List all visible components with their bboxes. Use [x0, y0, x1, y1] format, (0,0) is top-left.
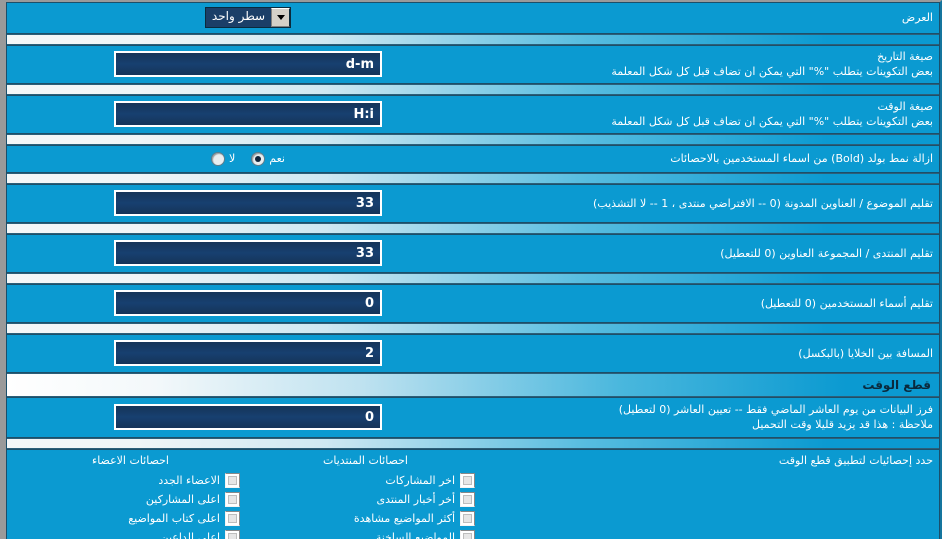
remove-bold-option-no[interactable]: لا — [211, 151, 236, 166]
checkbox-label: المواضيع الساخنة — [375, 531, 455, 539]
field-time-cut: فرز البيانات من يوم العاشر الماضي فقط --… — [7, 397, 939, 438]
separator — [7, 34, 939, 45]
checkbox-row[interactable]: اعلى كتاب المواضيع — [19, 509, 242, 528]
field-date-format-desc: بعض التكوينات يتطلب "%" التي يمكن ان تضا… — [611, 65, 933, 78]
trim-thread-titles-input[interactable] — [114, 190, 382, 216]
checkbox-icon[interactable] — [460, 511, 475, 526]
remove-bold-option-no-label: لا — [229, 152, 236, 165]
checkbox-row[interactable]: المواضيع الساخنة — [254, 528, 477, 539]
field-cell-spacing-label: المسافة بين الخلايا (بالبكسل) — [483, 346, 933, 361]
field-trim-thread-titles-title: تقليم الموضوع / العناوين المدونة (0 -- ا… — [593, 196, 933, 210]
field-trim-thread-titles-control — [13, 190, 483, 216]
trim-usernames-input[interactable] — [114, 290, 382, 316]
display-mode-select-value: سطر واحد — [205, 8, 272, 27]
checkbox-label: أكثر المواضيع مشاهدة — [353, 512, 455, 525]
field-trim-thread-titles-label: تقليم الموضوع / العناوين المدونة (0 -- ا… — [483, 196, 933, 211]
field-date-format-label: صيغة التاريخ بعض التكوينات يتطلب "%" الت… — [483, 49, 933, 79]
radio-no-icon[interactable] — [211, 151, 226, 166]
settings-page: العرض سطر واحد صيغة التاريخ بعض التكوينا… — [0, 0, 942, 539]
field-time-format-label: صيغة الوقت بعض التكوينات يتطلب "%" التي … — [483, 99, 933, 129]
checkbox-label: أخر أخبار المنتدى — [376, 493, 455, 506]
trim-forum-titles-input[interactable] — [114, 240, 382, 266]
field-cell-spacing-title: المسافة بين الخلايا (بالبكسل) — [798, 346, 933, 360]
field-trim-usernames-control — [13, 290, 483, 316]
separator — [7, 273, 939, 284]
checkbox-row[interactable]: أخر أخبار المنتدى — [254, 490, 477, 509]
field-display-label: العرض — [483, 10, 933, 25]
checkbox-icon[interactable] — [225, 530, 240, 539]
time-cut-stats-label: حدد إحصائيات لتطبيق قطع الوقت — [778, 454, 933, 467]
stats-columns: احصائات المنتديات اخر المشاركات أخر أخبا… — [13, 453, 483, 539]
checkbox-row[interactable]: اعلى المشاركين — [19, 490, 242, 509]
field-display-control: سطر واحد — [13, 7, 483, 28]
radio-yes-icon[interactable] — [251, 151, 266, 166]
checkbox-label: اعلى المشاركين — [145, 493, 220, 506]
checkbox-row[interactable]: أكثر المواضيع مشاهدة — [254, 509, 477, 528]
field-date-format-control — [13, 51, 483, 77]
cell-spacing-input[interactable] — [114, 340, 382, 366]
separator — [7, 173, 939, 184]
separator — [7, 223, 939, 234]
field-trim-usernames-label: تقليم أسماء المستخدمين (0 للتعطيل) — [483, 296, 933, 311]
checkbox-row[interactable]: اخر المشاركات — [254, 471, 477, 490]
field-date-format-title: صيغة التاريخ — [877, 50, 933, 63]
field-trim-forum-titles: تقليم المنتدى / المجموعة العناوين (0 للت… — [7, 234, 939, 273]
field-time-format: صيغة الوقت بعض التكوينات يتطلب "%" التي … — [7, 95, 939, 134]
field-time-cut-control — [13, 404, 483, 430]
stats-column-forums-header: احصائات المنتديات — [323, 454, 408, 467]
separator — [7, 323, 939, 334]
checkbox-icon[interactable] — [460, 492, 475, 507]
stats-column-members-header: احصائات الاعضاء — [92, 454, 169, 467]
checkbox-label: اخر المشاركات — [385, 474, 455, 487]
field-remove-bold-title: ازالة نمط بولد (Bold) من اسماء المستخدمي… — [670, 152, 933, 165]
remove-bold-option-yes-label: نعم — [269, 152, 285, 165]
remove-bold-option-yes[interactable]: نعم — [251, 151, 285, 166]
time-format-input[interactable] — [114, 101, 382, 127]
field-trim-forum-titles-control — [13, 240, 483, 266]
checkbox-label: اعلى كتاب المواضيع — [128, 512, 220, 525]
separator — [7, 438, 939, 449]
checkbox-icon[interactable] — [225, 511, 240, 526]
field-date-format: صيغة التاريخ بعض التكوينات يتطلب "%" الت… — [7, 45, 939, 84]
field-time-format-control — [13, 101, 483, 127]
field-display-title: العرض — [901, 11, 933, 24]
field-time-cut-note: ملاحظة : هذا قد يزيد قليلا وقت التحميل — [752, 418, 933, 431]
field-trim-usernames: تقليم أسماء المستخدمين (0 للتعطيل) — [7, 284, 939, 323]
field-cell-spacing-control — [13, 340, 483, 366]
separator — [7, 134, 939, 145]
chevron-down-icon[interactable] — [271, 8, 291, 27]
field-remove-bold-label: ازالة نمط بولد (Bold) من اسماء المستخدمي… — [483, 151, 933, 166]
checkbox-icon[interactable] — [460, 530, 475, 539]
checkbox-label: اعلى الداعين — [160, 531, 220, 539]
field-remove-bold-control: نعم لا — [13, 151, 483, 166]
field-time-format-title: صيغة الوقت — [877, 100, 933, 113]
field-time-format-desc: بعض التكوينات يتطلب "%" التي يمكن ان تضا… — [611, 115, 933, 128]
field-time-cut-title: فرز البيانات من يوم العاشر الماضي فقط --… — [618, 403, 933, 416]
time-cut-stats-selector: حدد إحصائيات لتطبيق قطع الوقت احصائات ال… — [7, 449, 939, 539]
time-cut-input[interactable] — [114, 404, 382, 430]
checkbox-label: الاعضاء الجدد — [158, 474, 220, 487]
field-display: العرض سطر واحد — [7, 2, 939, 34]
field-trim-usernames-title: تقليم أسماء المستخدمين (0 للتعطيل) — [760, 296, 933, 310]
field-remove-bold: ازالة نمط بولد (Bold) من اسماء المستخدمي… — [7, 145, 939, 173]
checkbox-row[interactable]: الاعضاء الجدد — [19, 471, 242, 490]
settings-frame: العرض سطر واحد صيغة التاريخ بعض التكوينا… — [6, 2, 940, 539]
separator — [7, 84, 939, 95]
checkbox-icon[interactable] — [225, 492, 240, 507]
section-header-time-cut: قطع الوقت — [7, 373, 939, 397]
field-cell-spacing: المسافة بين الخلايا (بالبكسل) — [7, 334, 939, 373]
field-trim-forum-titles-label: تقليم المنتدى / المجموعة العناوين (0 للت… — [483, 246, 933, 261]
checkbox-row[interactable]: اعلى الداعين — [19, 528, 242, 539]
checkbox-icon[interactable] — [460, 473, 475, 488]
field-trim-thread-titles: تقليم الموضوع / العناوين المدونة (0 -- ا… — [7, 184, 939, 223]
display-mode-select[interactable]: سطر واحد — [204, 7, 292, 28]
stats-column-members: احصائات الاعضاء الاعضاء الجدد اعلى المشا… — [13, 453, 248, 539]
date-format-input[interactable] — [114, 51, 382, 77]
field-time-cut-label: فرز البيانات من يوم العاشر الماضي فقط --… — [483, 402, 933, 432]
checkbox-icon[interactable] — [225, 473, 240, 488]
stats-column-forums: احصائات المنتديات اخر المشاركات أخر أخبا… — [248, 453, 483, 539]
field-trim-forum-titles-title: تقليم المنتدى / المجموعة العناوين (0 للت… — [720, 246, 933, 260]
